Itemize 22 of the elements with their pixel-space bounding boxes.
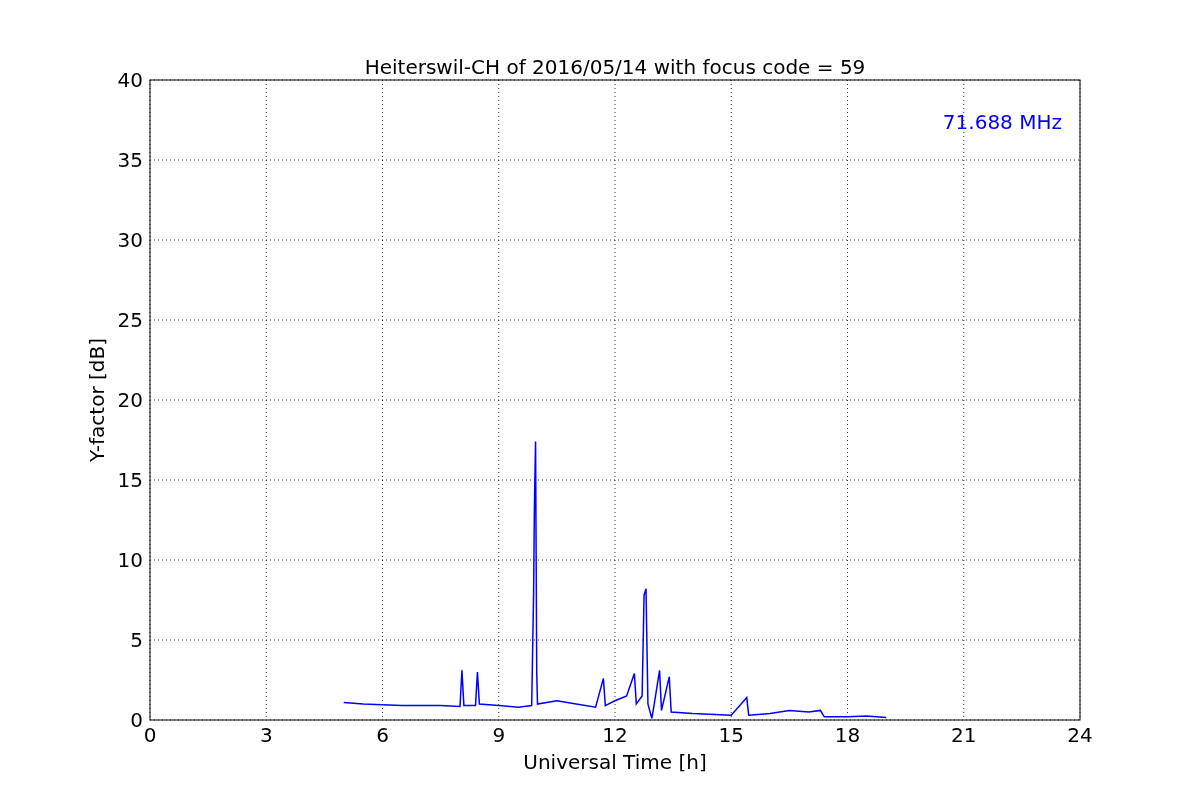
y-tick-label: 25 <box>117 308 143 332</box>
y-tick-label: 35 <box>117 148 143 172</box>
x-tick-label: 0 <box>143 723 157 747</box>
y-tick-label: 10 <box>117 548 143 572</box>
x-axis-label: Universal Time [h] <box>523 750 707 774</box>
x-tick-label: 3 <box>259 723 273 747</box>
y-axis-label: Y-factor [dB] <box>85 338 109 462</box>
x-tick-label: 15 <box>718 723 744 747</box>
y-tick-label: 0 <box>130 708 143 732</box>
x-tick-label: 12 <box>602 723 628 747</box>
y-tick-label: 20 <box>117 388 143 412</box>
x-tick-label: 6 <box>376 723 389 747</box>
y-tick-label: 15 <box>117 468 143 492</box>
y-tick-label: 5 <box>130 628 143 652</box>
y-tick-label: 40 <box>117 68 143 92</box>
y-tick-label: 30 <box>117 228 143 252</box>
x-tick-label: 9 <box>492 723 506 747</box>
series-label: 71.688 MHz <box>942 109 1062 134</box>
x-tick-label: 18 <box>834 723 861 747</box>
chart-title: Heiterswil-CH of 2016/05/14 with focus code = 59 <box>364 55 866 79</box>
x-tick-label: 21 <box>951 723 977 747</box>
x-tick-label: 24 <box>1067 723 1093 747</box>
